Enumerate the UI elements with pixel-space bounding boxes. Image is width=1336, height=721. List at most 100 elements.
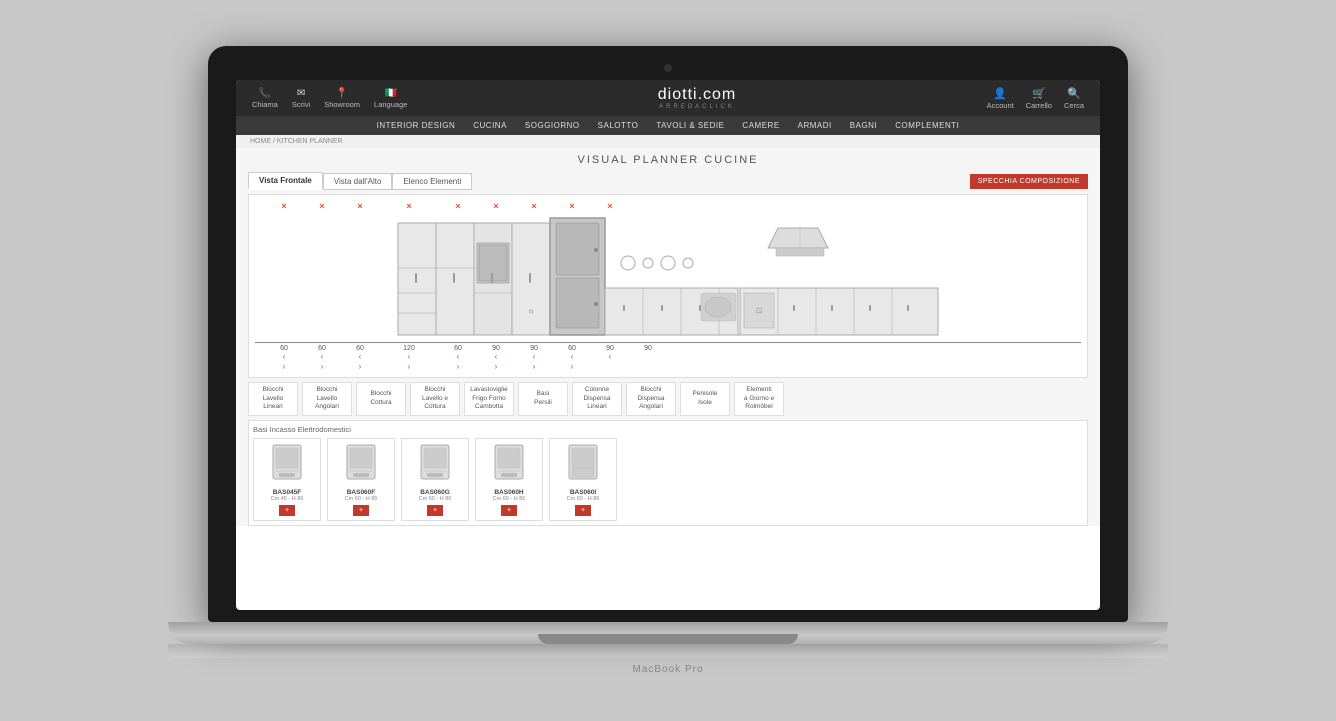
right-arrow-4[interactable]: › [457,362,460,372]
left-arrow-3[interactable]: ‹ [408,352,411,362]
cat-penisole[interactable]: PenisoleIsole [680,382,730,415]
right-arrow-2[interactable]: › [359,362,362,372]
left-arrow-7[interactable]: ‹ [571,352,574,362]
tab-elenco-elementi[interactable]: Elenco Elementi [392,173,472,190]
planner-tabs: Vista Frontale Vista dall'Alto Elenco El… [248,172,1088,190]
arrow-up-1[interactable]: ‹ [303,352,341,362]
arrow-up-4[interactable]: ‹ [439,352,477,362]
nav-cucina[interactable]: CUCINA [473,121,507,130]
arrow-dn-7[interactable]: › [553,362,591,372]
appliance-icon-1 [345,443,377,481]
cart-btn[interactable]: 🛒 Carrello [1026,87,1052,110]
specchia-btn[interactable]: SPECCHIA COMPOSIZIONE [970,174,1088,189]
search-btn[interactable]: 🔍 Cerca [1064,87,1084,110]
delete-x-8[interactable]: × [591,201,629,211]
arrow-dn-1[interactable]: › [303,362,341,372]
top-bar-showroom[interactable]: 📍 Showroom [324,88,360,109]
arrow-dn-2[interactable]: › [341,362,379,372]
chiama-label: Chiama [252,100,278,109]
product-add-btn-0[interactable]: + [279,505,295,516]
left-arrow-8[interactable]: ‹ [609,352,612,362]
product-add-btn-2[interactable]: + [427,505,443,516]
right-arrow-7[interactable]: › [571,362,574,372]
cat-blocchi-lavello-cottura[interactable]: BlocchiLavello eCottura [410,382,460,415]
nav-soggiorno[interactable]: SOGGIORNO [525,121,580,130]
cat-lavastoviglie[interactable]: LavastoviglieFrigo FornoCambotta [464,382,514,415]
left-arrow-2[interactable]: ‹ [359,352,362,362]
left-arrow-5[interactable]: ‹ [495,352,498,362]
product-icon-3 [480,443,538,487]
cat-blocchi-lavello-angolari[interactable]: BlocchiLavelloAngolari [302,382,352,415]
product-bas045f: BAS045F Cm 45 - H 86 + [253,438,321,521]
arrow-up-7[interactable]: ‹ [553,352,591,362]
delete-x-4[interactable]: × [439,201,477,211]
laptop-notch [538,634,798,644]
product-add-btn-3[interactable]: + [501,505,517,516]
cat-basi-persili[interactable]: BasiPersili [518,382,568,415]
left-arrow-0[interactable]: ‹ [283,352,286,362]
cat-elementi-giorno[interactable]: Elementia Giorno eRolmöbel [734,382,784,415]
nav-camere[interactable]: CAMERE [742,121,779,130]
left-arrow-4[interactable]: ‹ [457,352,460,362]
right-arrow-3[interactable]: › [408,362,411,372]
tab-vista-frontale[interactable]: Vista Frontale [248,172,323,190]
product-add-btn-4[interactable]: + [575,505,591,516]
arrow-up-6[interactable]: ‹ [515,352,553,362]
arrow-row-down: › › › › › › › › [255,362,1081,372]
arrow-up-3[interactable]: ‹ [379,352,439,362]
left-arrow-1[interactable]: ‹ [321,352,324,362]
top-bar-language[interactable]: 🇮🇹 Language [374,88,407,109]
arrow-dn-4[interactable]: › [439,362,477,372]
nav-complementi[interactable]: COMPLEMENTI [895,121,959,130]
nav-tavoli[interactable]: TAVOLI & SEDIE [656,121,724,130]
arrow-dn-5[interactable]: › [477,362,515,372]
product-name-1: BAS060F [332,489,390,496]
right-arrow-5[interactable]: › [495,362,498,372]
arrow-dn-3[interactable]: › [379,362,439,372]
product-name-4: BAS060I [554,489,612,496]
delete-x-7[interactable]: × [553,201,591,211]
left-arrow-6[interactable]: ‹ [533,352,536,362]
product-name-0: BAS045F [258,489,316,496]
account-btn[interactable]: 👤 Account [987,87,1014,110]
delete-x-2[interactable]: × [341,201,379,211]
nav-bagni[interactable]: BAGNI [850,121,877,130]
arrow-dn-0[interactable]: › [265,362,303,372]
top-bar: 📞 Chiama ✉ Scrivi 📍 Showroom 🇮🇹 [236,80,1100,116]
product-add-btn-1[interactable]: + [353,505,369,516]
cat-blocchi-lavello-lineari[interactable]: BlocchiLavelloLineari [248,382,298,415]
cat-colonne-dispensa[interactable]: ColonneDispensaLineari [572,382,622,415]
top-bar-scrivi[interactable]: ✉ Scrivi [292,88,310,109]
search-icon: 🔍 [1067,87,1081,100]
laptop-screen: 📞 Chiama ✉ Scrivi 📍 Showroom 🇮🇹 [236,80,1100,610]
delete-x-1[interactable]: × [303,201,341,211]
arrow-up-5[interactable]: ‹ [477,352,515,362]
delete-x-0[interactable]: × [265,201,303,211]
measure-3: 120 [379,345,439,352]
product-dim-1: Cm 60 - H 86 [332,496,390,502]
delete-x-5[interactable]: × [477,201,515,211]
arrow-up-2[interactable]: ‹ [341,352,379,362]
top-bar-chiama[interactable]: 📞 Chiama [252,88,278,109]
right-arrow-0[interactable]: › [283,362,286,372]
nav-armadi[interactable]: ARMADI [798,121,832,130]
delete-x-6[interactable]: × [515,201,553,211]
right-arrow-6[interactable]: › [533,362,536,372]
tab-vista-alto[interactable]: Vista dall'Alto [323,173,393,190]
kitchen-visualization: ⊡ [255,213,1081,343]
planner-area: × × × × × × × × × [248,194,1088,378]
nav-interior-design[interactable]: INTERIOR DESIGN [377,121,456,130]
cat-blocchi-cottura[interactable]: BlocchiCottura [356,382,406,415]
delete-x-3[interactable]: × [379,201,439,211]
arrow-up-0[interactable]: ‹ [265,352,303,362]
site-logo[interactable]: diotti.com ARREDACLICK [658,86,736,110]
right-arrow-1[interactable]: › [321,362,324,372]
nav-salotto[interactable]: SALOTTO [598,121,639,130]
arrow-dn-6[interactable]: › [515,362,553,372]
arrow-up-8[interactable]: ‹ [591,352,629,362]
product-name-2: BAS060G [406,489,464,496]
scrivi-label: Scrivi [292,100,310,109]
cat-blocchi-dispensa-angolari[interactable]: BlocchiDispensaAngolari [626,382,676,415]
phone-icon: 📞 [259,88,271,99]
account-label: Account [987,101,1014,110]
